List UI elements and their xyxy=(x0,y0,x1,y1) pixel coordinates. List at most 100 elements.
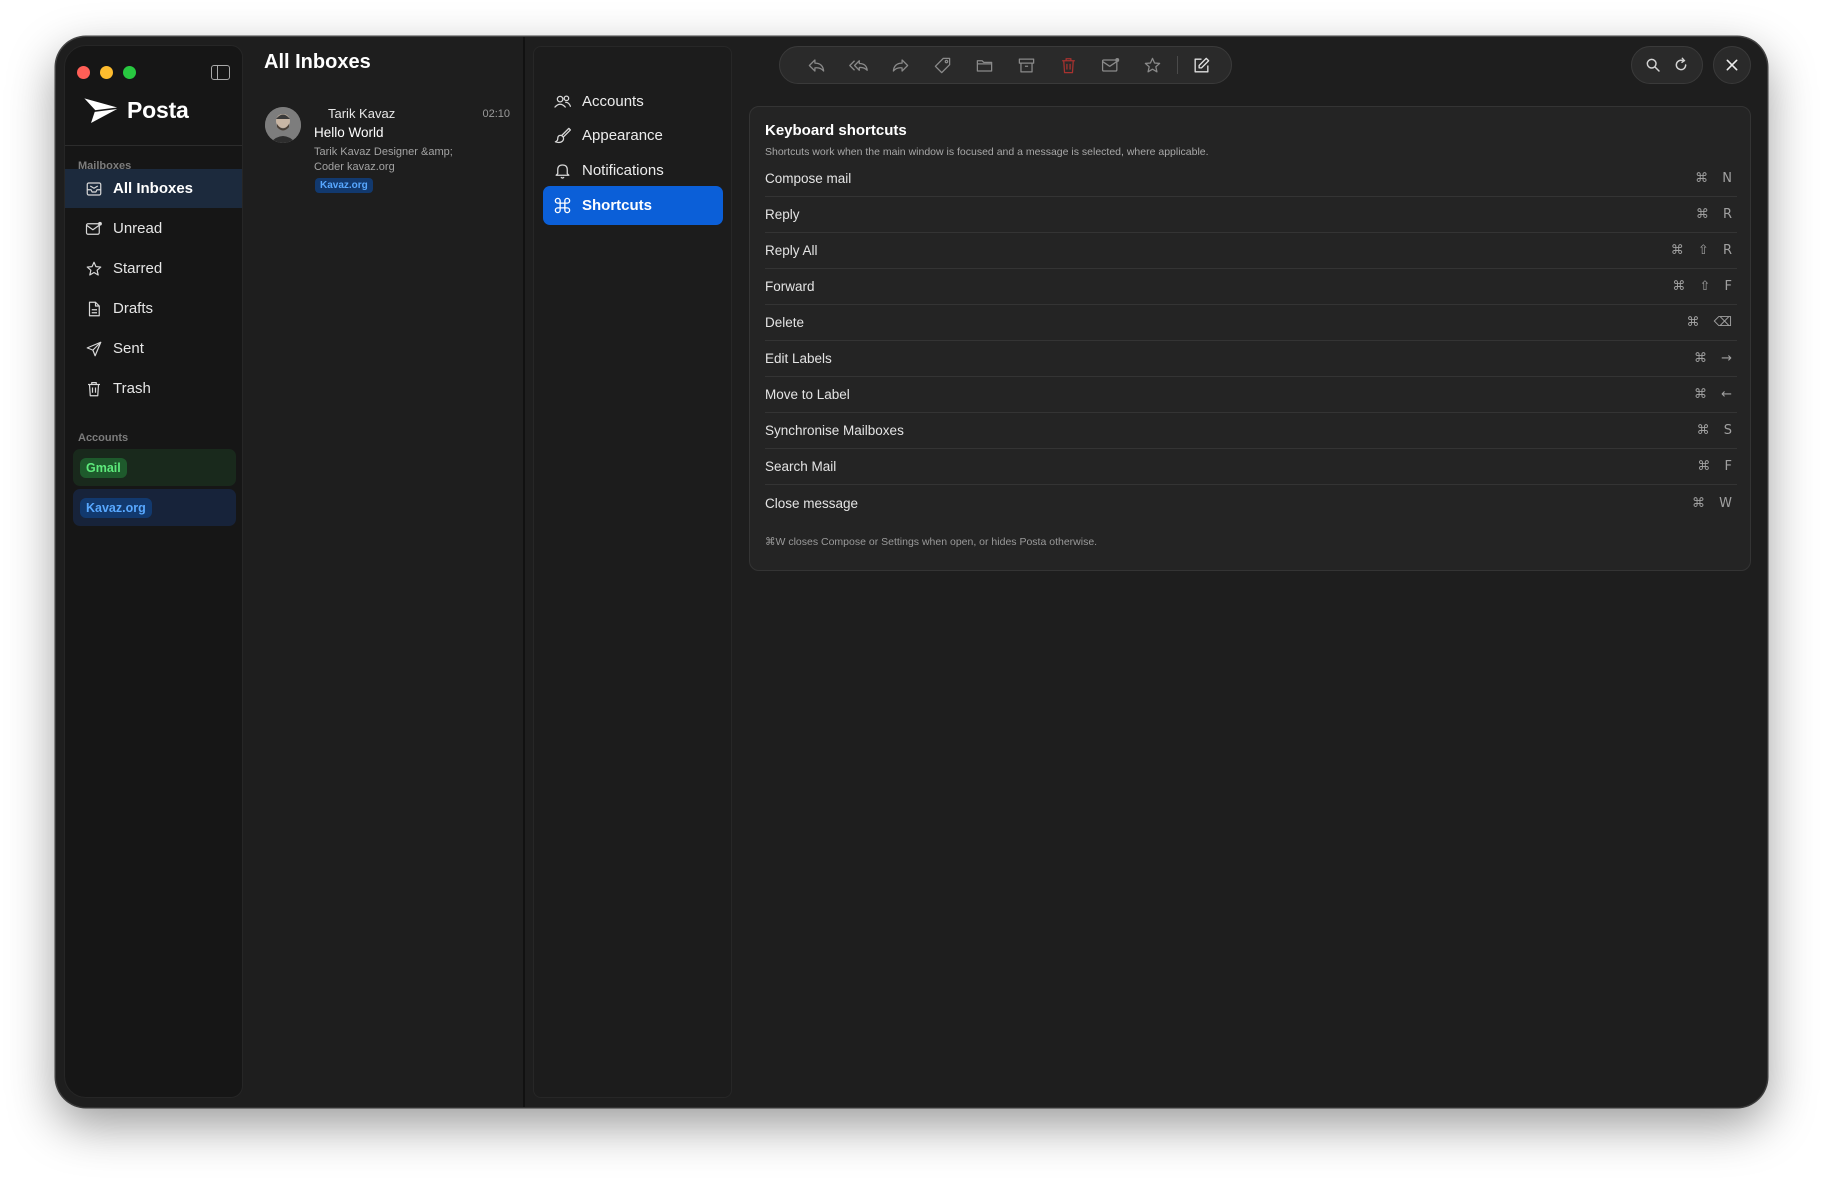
shortcut-row: Edit Labels ⌘ → xyxy=(765,341,1737,377)
minimize-window-button[interactable] xyxy=(100,66,113,79)
settings-tab-label: Appearance xyxy=(582,127,663,144)
close-window-button[interactable] xyxy=(77,66,90,79)
message-time: 02:10 xyxy=(482,108,510,120)
forward-button[interactable] xyxy=(879,46,921,84)
shortcut-label: Reply All xyxy=(765,243,818,258)
shortcut-label: Close message xyxy=(765,495,859,511)
search-button[interactable] xyxy=(1645,57,1661,73)
reply-all-button[interactable] xyxy=(837,46,879,84)
archive-icon xyxy=(1018,58,1034,72)
trash-icon xyxy=(88,381,100,396)
sidebar-item-label: Starred xyxy=(113,260,163,277)
command-icon xyxy=(554,197,571,214)
shortcut-row: Close message ⌘ W xyxy=(765,485,1737,521)
paper-plane-logo-icon xyxy=(82,97,120,123)
shortcuts-footnote: ⌘W closes Compose or Settings when open,… xyxy=(765,536,1098,548)
sidebar-item-all-inboxes[interactable]: All Inboxes xyxy=(65,169,242,208)
shortcut-keys: ⌘ N xyxy=(1695,171,1737,186)
shortcut-keys: ⌘ ← xyxy=(1693,387,1737,402)
message-label-badge: Kavaz.org xyxy=(315,178,373,193)
settings-tab-appearance[interactable]: Appearance xyxy=(543,116,723,155)
star-button[interactable] xyxy=(1131,46,1173,84)
forward-icon xyxy=(892,58,908,72)
sidebar-item-label: Unread xyxy=(113,220,163,237)
users-icon xyxy=(554,95,572,108)
shortcut-list: Compose mail ⌘ N Reply ⌘ R Reply All ⌘ ⇧… xyxy=(765,161,1737,521)
shortcut-label: Search Mail xyxy=(765,459,837,474)
sidebar-item-sent[interactable]: Sent xyxy=(65,329,242,368)
bell-icon xyxy=(555,164,570,179)
sidebar-item-label: Drafts xyxy=(113,300,154,317)
sidebar-toggle-icon[interactable] xyxy=(211,65,230,80)
shortcut-label: Compose mail xyxy=(765,171,852,186)
delete-button[interactable] xyxy=(1047,46,1089,84)
sidebar-item-label: All Inboxes xyxy=(113,180,194,197)
shortcut-label: Delete xyxy=(765,315,805,330)
mailbox-nav: All Inboxes Unread Starred Drafts Sent T… xyxy=(65,169,242,409)
shortcut-label: Move to Label xyxy=(765,387,850,402)
shortcut-label: Reply xyxy=(765,207,800,222)
mark-unread-button[interactable] xyxy=(1089,46,1131,84)
compose-button[interactable] xyxy=(1180,46,1222,84)
settings-tab-label: Shortcuts xyxy=(582,197,653,214)
account-badge: Gmail xyxy=(80,457,127,478)
document-icon xyxy=(88,301,100,316)
close-icon xyxy=(1726,59,1738,71)
accounts-heading: Accounts xyxy=(78,432,129,444)
sidebar-item-trash[interactable]: Trash xyxy=(65,369,242,408)
sidebar: Posta Mailboxes All Inboxes Unread Starr… xyxy=(64,45,243,1098)
message-subject: Hello World xyxy=(314,125,384,140)
reply-icon xyxy=(808,58,824,72)
compose-icon xyxy=(1193,57,1209,73)
archive-button[interactable] xyxy=(1005,46,1047,84)
shortcut-keys: ⌘ W xyxy=(1692,495,1737,511)
shortcut-row: Delete ⌘ ⌫ xyxy=(765,305,1737,341)
label-button[interactable] xyxy=(921,46,963,84)
shortcut-keys: ⌘ F xyxy=(1697,459,1737,474)
shortcut-row: Compose mail ⌘ N xyxy=(765,161,1737,197)
message-toolbar xyxy=(779,46,1232,84)
message-list-item[interactable]: Tarik Kavaz 02:10 Hello World Tarik Kava… xyxy=(257,99,513,199)
shortcut-label: Edit Labels xyxy=(765,351,832,366)
brand: Posta xyxy=(82,95,189,125)
account-gmail[interactable]: Gmail xyxy=(73,449,236,486)
settings-nav: Accounts Appearance Notifications Shortc… xyxy=(533,46,732,1098)
trash-icon xyxy=(1061,57,1075,73)
refresh-button[interactable] xyxy=(1673,57,1689,73)
move-to-folder-button[interactable] xyxy=(963,46,1005,84)
message-sender: Tarik Kavaz xyxy=(328,106,396,121)
window-controls xyxy=(77,66,136,79)
shortcut-keys: ⌘ ⇧ F xyxy=(1672,279,1737,294)
shortcut-row: Reply All ⌘ ⇧ R xyxy=(765,233,1737,269)
sidebar-item-unread[interactable]: Unread xyxy=(65,209,242,248)
envelope-icon xyxy=(85,221,102,235)
search-icon xyxy=(1646,58,1660,72)
sidebar-item-starred[interactable]: Starred xyxy=(65,249,242,288)
shortcut-keys: ⌘ S xyxy=(1696,423,1737,438)
message-preview: Tarik Kavaz Designer &amp; Coder kavaz.o… xyxy=(314,146,453,173)
close-settings-button[interactable] xyxy=(1713,46,1751,84)
shortcut-row: Forward ⌘ ⇧ F xyxy=(765,269,1737,305)
settings-tab-label: Notifications xyxy=(582,162,664,179)
app-name: Posta xyxy=(127,96,189,123)
sidebar-divider xyxy=(65,145,242,146)
toolbar-separator xyxy=(1177,56,1178,74)
tag-icon xyxy=(934,57,950,73)
reply-button[interactable] xyxy=(795,46,837,84)
account-badge: Kavaz.org xyxy=(80,497,152,518)
panel-subtitle: Shortcuts work when the main window is f… xyxy=(765,146,1209,158)
settings-tab-shortcuts[interactable]: Shortcuts xyxy=(543,186,723,225)
inbox-icon xyxy=(86,181,102,196)
settings-tab-notifications[interactable]: Notifications xyxy=(543,151,723,190)
app-window: Posta Mailboxes All Inboxes Unread Starr… xyxy=(56,37,1767,1107)
star-icon xyxy=(86,261,102,276)
zoom-window-button[interactable] xyxy=(123,66,136,79)
refresh-icon xyxy=(1675,57,1687,71)
shortcut-label: Forward xyxy=(765,279,815,294)
shortcut-row: Reply ⌘ R xyxy=(765,197,1737,233)
sidebar-item-drafts[interactable]: Drafts xyxy=(65,289,242,328)
mark-unread-icon xyxy=(1101,57,1119,72)
account-kavaz[interactable]: Kavaz.org xyxy=(73,489,236,526)
pane-divider[interactable] xyxy=(523,37,525,1107)
folder-icon xyxy=(976,59,992,72)
